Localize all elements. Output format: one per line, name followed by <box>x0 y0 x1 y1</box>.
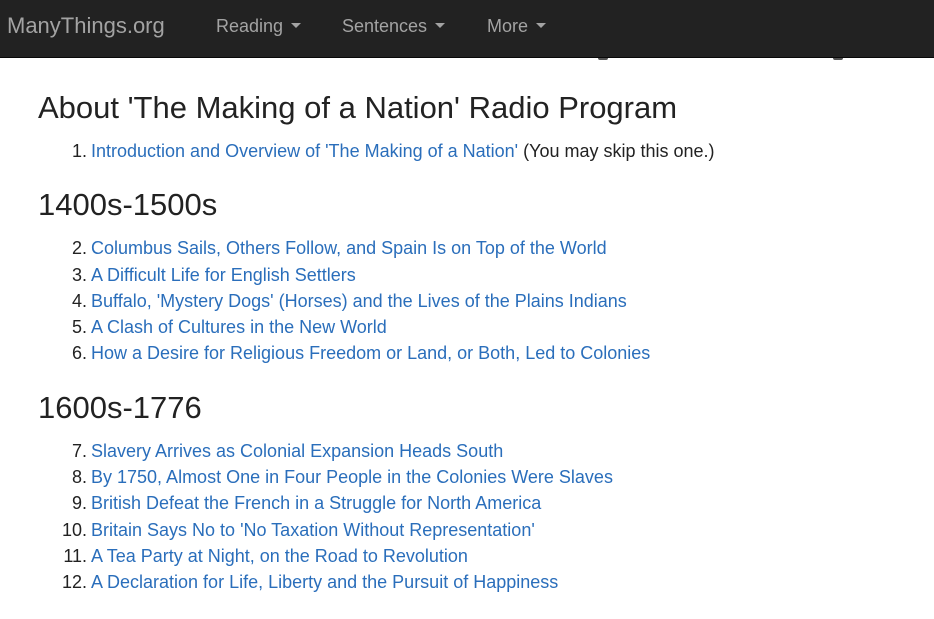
lesson-link[interactable]: By 1750, Almost One in Four People in th… <box>91 467 613 487</box>
top-navbar: ManyThings.org Reading Sentences More <box>0 0 934 58</box>
item-number: 11. <box>63 545 87 566</box>
lesson-link[interactable]: Slavery Arrives as Colonial Expansion He… <box>91 441 503 461</box>
list-item: 4. Buffalo, 'Mystery Dogs' (Horses) and t… <box>38 288 918 314</box>
item-number: 3. <box>71 264 87 285</box>
lesson-link[interactable]: How a Desire for Religious Freedom or La… <box>91 343 650 363</box>
list-item: 11. A Tea Party at Night, on the Road to … <box>38 543 918 569</box>
main-content: About 'The Making of a Nation' Radio Pro… <box>38 80 918 619</box>
nav-reading-label: Reading <box>216 16 284 36</box>
nav-more-label: More <box>487 16 529 36</box>
lesson-link[interactable]: Columbus Sails, Others Follow, and Spain… <box>91 238 607 258</box>
list-item: 1. Introduction and Overview of 'The Maki… <box>38 138 918 164</box>
item-number: 10. <box>61 519 87 540</box>
nav-more-dropdown[interactable]: More <box>487 14 547 38</box>
item-number: 9. <box>71 493 87 514</box>
lesson-link[interactable]: A Difficult Life for English Settlers <box>91 265 356 285</box>
lesson-link[interactable]: Introduction and Overview of 'The Making… <box>91 141 518 161</box>
lesson-list-1400s: 2. Columbus Sails, Others Follow, and Spa… <box>38 235 918 366</box>
list-item: 6. How a Desire for Religious Freedom or … <box>38 340 918 366</box>
lesson-link[interactable]: Britain Says No to 'No Taxation Without … <box>91 520 535 540</box>
item-number: 2. <box>71 238 87 259</box>
lesson-link[interactable]: Buffalo, 'Mystery Dogs' (Horses) and the… <box>91 291 627 311</box>
lesson-list-about: 1. Introduction and Overview of 'The Maki… <box>38 138 918 164</box>
lesson-link[interactable]: A Tea Party at Night, on the Road to Rev… <box>91 546 468 566</box>
item-number: 1. <box>71 141 87 161</box>
nav-reading-dropdown[interactable]: Reading <box>216 14 302 38</box>
item-number: 6. <box>71 343 87 364</box>
clipped-text-fragment <box>833 58 843 60</box>
item-number: 12. <box>61 572 87 593</box>
list-item: 5. A Clash of Cultures in the New World <box>38 314 918 340</box>
clipped-text-strip <box>0 58 934 61</box>
section-heading-1600s: 1600s-1776 <box>38 389 202 425</box>
list-item: 3. A Difficult Life for English Settlers <box>38 262 918 288</box>
item-number: 5. <box>71 317 87 338</box>
nav-sentences-label: Sentences <box>342 16 428 36</box>
list-item: 7. Slavery Arrives as Colonial Expansion … <box>38 438 918 464</box>
item-note: (You may skip this one.) <box>518 141 715 161</box>
list-item: 8. By 1750, Almost One in Four People in … <box>38 464 918 490</box>
section-heading-1400s: 1400s-1500s <box>38 187 218 223</box>
section-heading-about: About 'The Making of a Nation' Radio Pro… <box>38 90 678 125</box>
lesson-link[interactable]: British Defeat the French in a Struggle … <box>91 493 541 513</box>
lesson-link[interactable]: A Clash of Cultures in the New World <box>91 317 387 337</box>
clipped-text-fragment <box>598 58 608 60</box>
caret-down-icon <box>435 22 446 28</box>
list-item: 10. Britain Says No to 'No Taxation Witho… <box>38 517 918 543</box>
list-item: 2. Columbus Sails, Others Follow, and Spa… <box>38 235 918 261</box>
lesson-list-1600s: 7. Slavery Arrives as Colonial Expansion … <box>38 438 918 596</box>
list-item: 9. British Defeat the French in a Struggl… <box>38 490 918 516</box>
list-item: 12. A Declaration for Life, Liberty and t… <box>38 569 918 595</box>
item-number: 8. <box>71 467 87 488</box>
item-number: 7. <box>71 440 87 461</box>
lesson-link[interactable]: A Declaration for Life, Liberty and the … <box>91 572 558 592</box>
caret-down-icon <box>291 22 302 28</box>
caret-down-icon <box>536 22 547 28</box>
nav-sentences-dropdown[interactable]: Sentences <box>342 14 446 38</box>
site-brand-link[interactable]: ManyThings.org <box>7 12 165 40</box>
item-number: 4. <box>71 290 87 311</box>
